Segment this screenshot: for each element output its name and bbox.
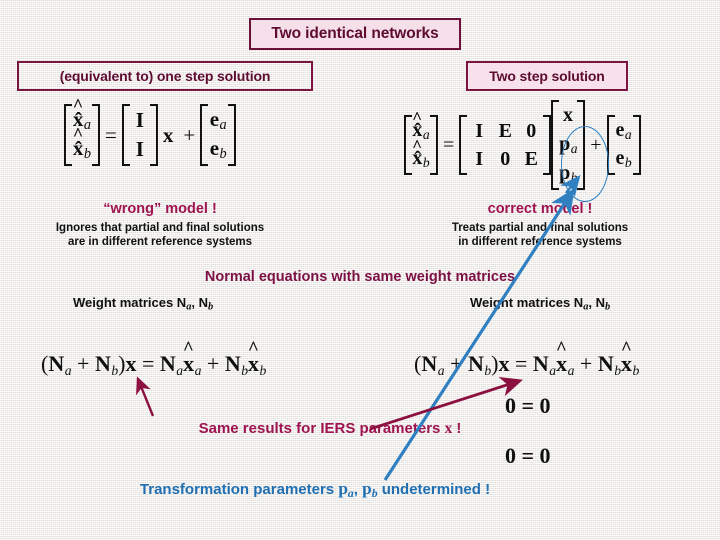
weight-matrices-label-right: Weight matrices Na, Nb [470,295,610,313]
callout-correct-model-detail: Treats partial and final solutions in di… [400,221,680,250]
normal-equation-right: (Na + Nb)x = Na ^ xa + Nb ^ xb [414,338,640,379]
header-one-step-solution: (equivalent to) one step solution [17,61,313,91]
weight-matrices-right-mid: , N [588,295,606,310]
design-entry: I [135,108,144,132]
callout-wrong-model-detail-line1: Ignores that partial and final solutions [55,222,265,234]
plus-sign: + [183,122,196,147]
slide-canvas: Two identical networks (equivalent to) o… [0,0,720,540]
callout-wrong-model-detail: Ignores that partial and final solutions… [0,221,320,250]
matrix-errors-left: ea eb [200,104,237,166]
matrix-design-right: I E 0 I 0 E [459,115,552,175]
callout-wrong-model-detail-line2: are in different reference systems [67,236,253,249]
callout-correct-model-detail-line2: in different reference systems [458,236,622,249]
conclusion-transformation-symbol-b: p [362,479,372,498]
weight-matrices-label-left: Weight matrices Na, Nb [73,295,213,313]
weight-matrices-right-sub-b: b [605,301,611,313]
lhs-subscript: a [422,127,430,143]
callout-wrong-model-heading: “wrong” model ! [103,201,217,217]
design-entry: 0 [500,147,511,170]
matrix-design-left: I I [121,104,158,166]
normal-equation-left-content: (Na + Nb)x = Na ^ xa + Nb ^ xb [41,338,267,378]
hat-accent-icon: ^ [412,135,423,155]
error-subscript: b [219,146,227,163]
callout-correct-model-detail-line1: Treats partial and final solutions [451,222,629,234]
conclusion-same-results-prefix: Same results for IERS parameters [198,420,445,437]
header-two-step-solution: Two step solution [466,61,628,91]
equation-one-step-observation-model: ^ x̂a ^ x̂b = I I x + ea eb [64,96,237,166]
conclusion-same-results-suffix: ! [452,420,462,437]
error-subscript: b [624,155,632,171]
weight-matrices-left-sub-b: b [208,301,214,313]
error-symbol: e [615,146,625,169]
conclusion-transformation-parameters: Transformation parameters pa, pb undeter… [0,479,630,500]
hat-accent-icon: ^ [412,107,423,127]
unknown-symbol: x [563,103,574,126]
weight-matrices-left-mid: , N [191,295,209,310]
error-subscript: a [624,127,632,143]
callout-correct-model-heading: correct model ! [487,201,593,217]
error-symbol: e [209,106,220,131]
design-entry: E [524,147,538,170]
highlight-ellipse-transformation-params [561,126,609,202]
design-entry: I [475,147,484,170]
conclusion-transformation-suffix: undetermined ! [377,481,491,498]
error-symbol: e [209,135,220,160]
design-entry: I [475,119,484,142]
header-two-step-solution-text: Two step solution [489,68,605,84]
equals-sign: = [105,122,117,147]
design-entry: E [498,119,512,142]
design-entry: I [135,137,144,161]
weight-matrices-left-text: Weight matrices N [73,295,187,310]
hat-accent-icon: ^ [72,124,84,145]
equals-sign: = [443,133,455,156]
lhs-subscript: b [83,146,92,163]
normal-equations-heading: Normal equations with same weight matric… [204,269,516,285]
conclusion-same-results: Same results for IERS parameters x ! [0,420,660,438]
normal-equation-left: (Na + Nb)x = Na ^ xa + Nb ^ xb [41,338,267,379]
unknown-vector-x: x [162,122,174,147]
design-entry: 0 [526,119,537,142]
zero-identity-equation-2: 0 = 0 [505,443,551,468]
error-subscript: a [219,117,227,134]
conclusion-transformation-comma: , [353,481,363,498]
matrix-errors-right: ea eb [606,115,641,175]
error-symbol: e [615,118,625,141]
matrix-lhs-xhat-left: ^ x̂a ^ x̂b [64,96,100,166]
zero-identity-equation-1: 0 = 0 [505,393,551,418]
header-one-step-solution-text: (equivalent to) one step solution [59,68,271,84]
matrix-lhs-xhat-right: ^ x̂a ^ x̂b [404,109,438,175]
normal-equation-right-content: (Na + Nb)x = Na ^ xa + Nb ^ xb [414,338,640,378]
lhs-subscript: b [422,155,430,171]
weight-matrices-right-text: Weight matrices N [470,295,584,310]
hat-accent-icon: ^ [72,95,84,116]
slide-title-box: Two identical networks [249,18,461,50]
maroon-arrow-to-left-normal-equation [136,376,155,417]
conclusion-transformation-prefix: Transformation parameters [139,481,339,498]
conclusion-transformation-symbol-a: p [338,479,348,498]
slide-title-text: Two identical networks [271,25,439,42]
lhs-subscript: a [83,117,92,134]
